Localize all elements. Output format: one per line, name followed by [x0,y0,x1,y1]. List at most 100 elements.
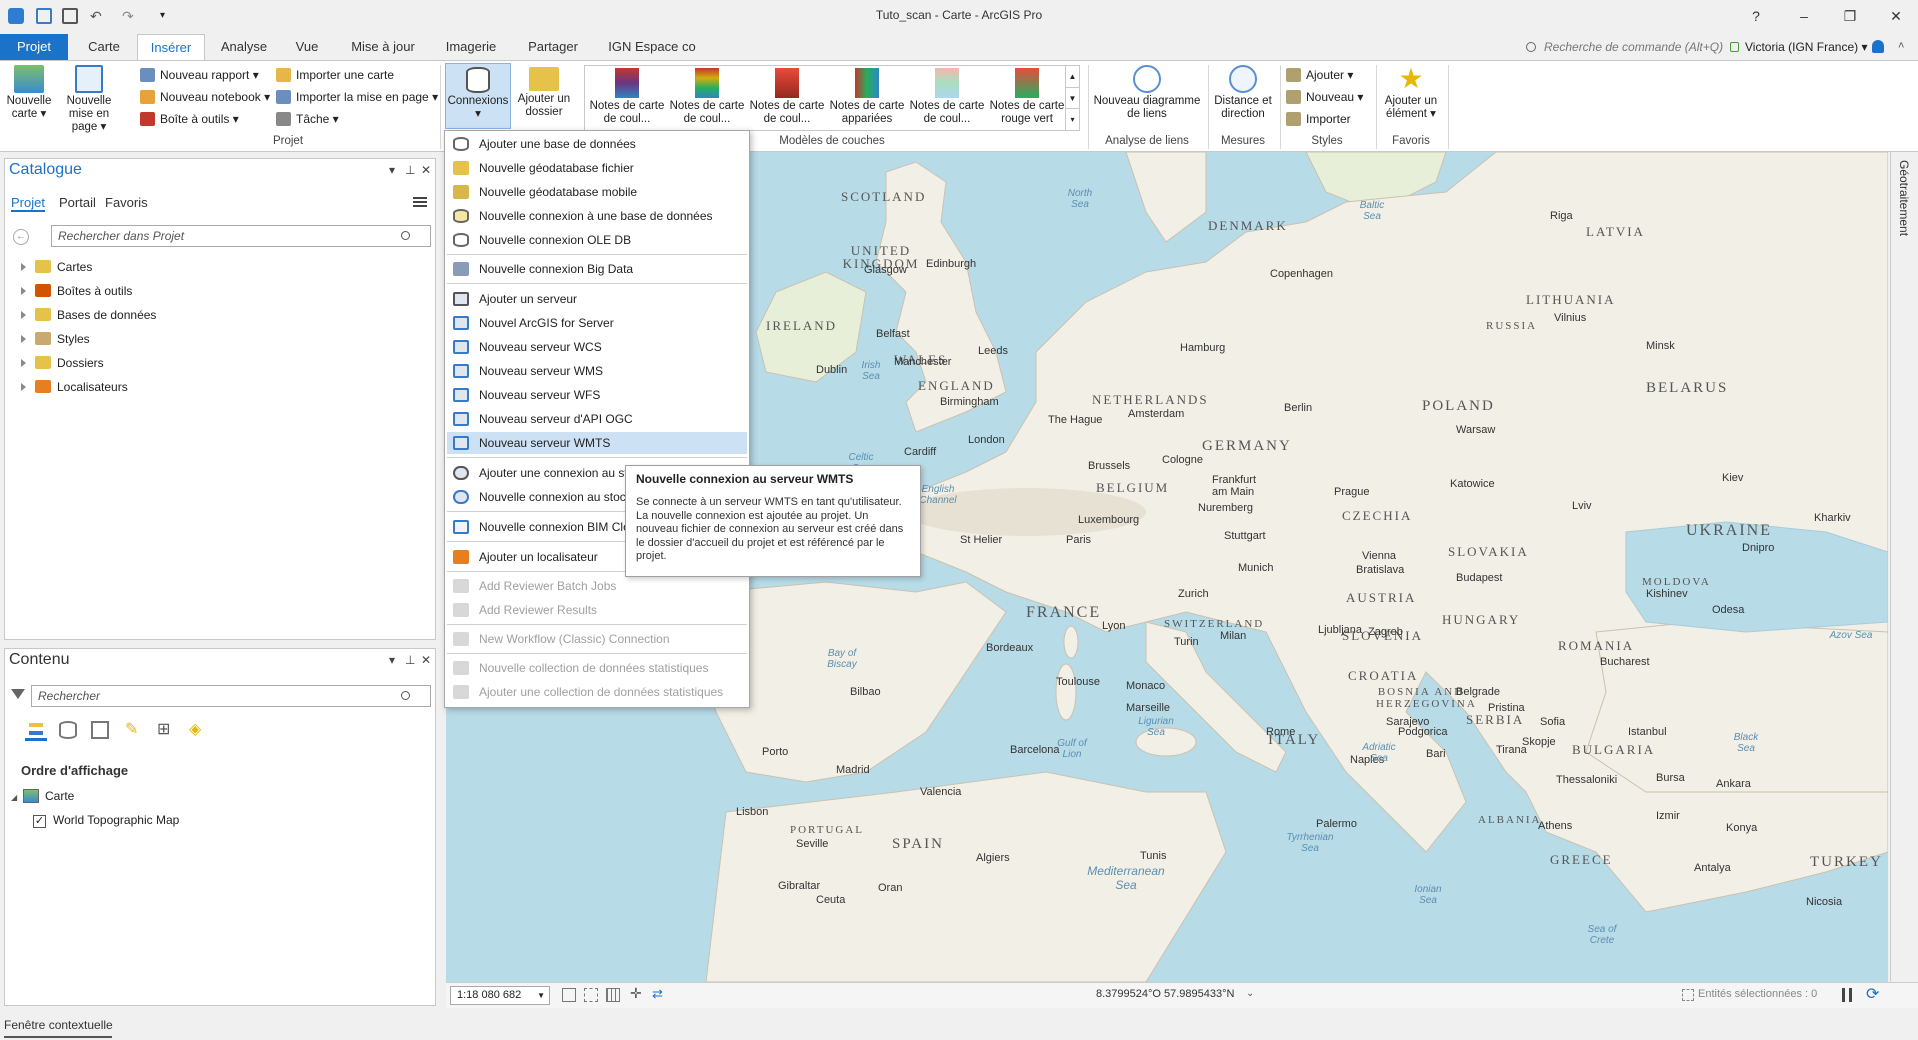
refresh-icon[interactable]: ⟳ [1866,984,1879,1004]
pin-icon[interactable]: ⊥ [405,163,415,177]
close-pane-icon[interactable]: ✕ [421,163,431,177]
list-by-labeling-icon[interactable]: ◈ [189,721,207,739]
layer-template-item[interactable]: Notes de carte rouge vert [987,68,1067,126]
new-style-button[interactable]: Nouveau ▾ [1286,87,1363,107]
menu-item-new-file-geodatabase[interactable]: Nouvelle géodatabase fichier [447,157,747,179]
tab-carte[interactable]: Carte [78,34,130,60]
geoprocessing-tab[interactable]: Géotraitement [1897,160,1911,236]
tab-inserer[interactable]: Insérer [137,34,205,61]
import-map-button[interactable]: Importer une carte [276,65,394,85]
layer-template-item[interactable]: Notes de carte de coul... [587,68,667,126]
pin-icon[interactable]: ⊥ [405,653,415,667]
contents-search-input[interactable]: Rechercher [31,685,431,707]
list-by-selection-icon[interactable] [91,721,109,739]
expand-arrow-icon[interactable] [21,263,26,271]
tree-item-localisateurs[interactable]: Localisateurs [21,377,128,397]
expand-arrow-icon[interactable] [21,311,26,319]
layer-item-label[interactable]: World Topographic Map [53,813,179,827]
hamburger-menu-icon[interactable] [413,197,427,207]
layer-template-item[interactable]: Notes de carte de coul... [907,68,987,126]
layer-template-item[interactable]: Notes de carte de coul... [747,68,827,126]
help-button[interactable]: ? [1736,4,1776,28]
menu-item-new-ogc-api-server[interactable]: Nouveau serveur d'API OGC [447,408,747,430]
close-pane-icon[interactable]: ✕ [421,653,431,667]
subtab-favoris[interactable]: Favoris [105,195,148,210]
tree-item-boites-a-outils[interactable]: Boîtes à outils [21,281,132,301]
tab-mise-a-jour[interactable]: Mise à jour [342,34,424,60]
search-icon[interactable] [401,231,410,240]
pane-menu-icon[interactable]: ▾ [389,653,395,667]
toolbox-button[interactable]: Boîte à outils ▾ [140,109,239,129]
menu-item-new-database-connection[interactable]: Nouvelle connexion à une base de données [447,205,747,227]
layer-template-item[interactable]: Notes de carte appariées [827,68,907,126]
gallery-expand-icon[interactable]: ▾ [1065,108,1079,130]
new-map-button[interactable]: Nouvelle carte ▾ [6,65,52,121]
zoom-extent-icon[interactable] [584,988,598,1002]
geoprocessing-side-panel[interactable]: Géotraitement [1890,152,1918,982]
expand-arrow-icon[interactable] [21,359,26,367]
menu-item-new-wcs-server[interactable]: Nouveau serveur WCS [447,336,747,358]
tab-projet[interactable]: Projet [0,34,68,60]
import-style-button[interactable]: Importer [1286,109,1351,129]
add-folder-button[interactable]: Ajouter un dossier [514,65,574,119]
list-by-editing-icon[interactable]: ✎ [125,721,143,739]
menu-item-add-server[interactable]: Ajouter un serveur [447,288,747,310]
menu-item-add-database[interactable]: Ajouter une base de données [447,133,747,155]
new-notebook-button[interactable]: Nouveau notebook ▾ [140,87,270,107]
tree-item-cartes[interactable]: Cartes [21,257,92,277]
collapse-ribbon-icon[interactable]: ˄ [1898,40,1904,52]
search-icon[interactable] [401,691,410,700]
minimize-button[interactable]: – [1784,4,1824,28]
expand-arrow-icon[interactable] [21,383,26,391]
new-report-button[interactable]: Nouveau rapport ▾ [140,65,259,85]
filter-icon[interactable] [11,689,25,699]
tab-analyse[interactable]: Analyse [213,34,275,60]
new-layout-button[interactable]: Nouvelle mise en page ▾ [56,65,122,134]
back-icon[interactable]: ← [13,229,29,245]
tree-item-styles[interactable]: Styles [21,329,90,349]
tab-vue[interactable]: Vue [286,34,328,60]
crosshair-icon[interactable]: ✛ [630,985,642,1002]
collapse-arrow-icon[interactable]: ◢ [11,793,17,802]
menu-item-new-wmts-server[interactable]: Nouveau serveur WMTS [447,432,747,454]
scale-selector[interactable]: 1:18 080 682 ▼ [450,986,550,1005]
menu-item-new-wfs-server[interactable]: Nouveau serveur WFS [447,384,747,406]
add-style-button[interactable]: Ajouter ▾ [1286,65,1353,85]
list-by-snapping-icon[interactable]: ⊞ [157,721,175,739]
chevron-down-icon[interactable]: ⌄ [1246,988,1254,999]
menu-item-new-arcgis-server[interactable]: Nouvel ArcGIS for Server [447,312,747,334]
menu-item-new-mobile-geodatabase[interactable]: Nouvelle géodatabase mobile [447,181,747,203]
popup-window-tab[interactable]: Fenêtre contextuelle [4,1018,113,1032]
sync-icon[interactable]: ⇄ [652,986,663,1002]
tab-imagerie[interactable]: Imagerie [438,34,504,60]
grid-icon[interactable] [606,988,620,1002]
restore-button[interactable]: ❐ [1830,4,1870,28]
menu-item-new-wms-server[interactable]: Nouveau serveur WMS [447,360,747,382]
layer-visibility-checkbox[interactable]: ✓ [33,815,46,828]
task-button[interactable]: Tâche ▾ [276,109,339,129]
tree-item-dossiers[interactable]: Dossiers [21,353,104,373]
tab-ign-espace-co[interactable]: IGN Espace co [602,34,702,60]
list-by-source-icon[interactable] [59,721,77,739]
menu-item-new-big-data-connection[interactable]: Nouvelle connexion Big Data [447,258,747,280]
layer-template-item[interactable]: Notes de carte de coul... [667,68,747,126]
close-button[interactable]: ✕ [1876,4,1916,28]
list-by-drawing-order-icon[interactable] [25,719,47,741]
subtab-portail[interactable]: Portail [59,195,96,210]
command-search-input[interactable]: Recherche de commande (Alt+Q) [1520,38,1728,56]
expand-arrow-icon[interactable] [21,287,26,295]
expand-arrow-icon[interactable] [21,335,26,343]
subtab-projet[interactable]: Projet [11,195,45,212]
pause-drawing-icon[interactable] [1842,988,1852,1002]
import-layout-button[interactable]: Importer la mise en page ▾ [276,87,438,107]
user-account[interactable]: Victoria (IGN France) ▾ [1745,38,1868,56]
fixed-zoom-icon[interactable] [562,988,576,1002]
add-item-button[interactable]: ★ Ajouter un élément ▾ [1380,65,1442,121]
distance-direction-button[interactable]: Distance et direction [1212,65,1274,121]
new-link-chart-button[interactable]: Nouveau diagramme de liens [1092,65,1202,121]
tree-item-bases-de-donnees[interactable]: Bases de données [21,305,156,325]
gallery-scroll-down-icon[interactable]: ▼ [1065,87,1079,108]
connections-button[interactable]: Connexions ▾ [445,63,511,129]
menu-item-new-ole-db-connection[interactable]: Nouvelle connexion OLE DB [447,229,747,251]
gallery-scroll-up-icon[interactable]: ▲ [1065,66,1079,87]
